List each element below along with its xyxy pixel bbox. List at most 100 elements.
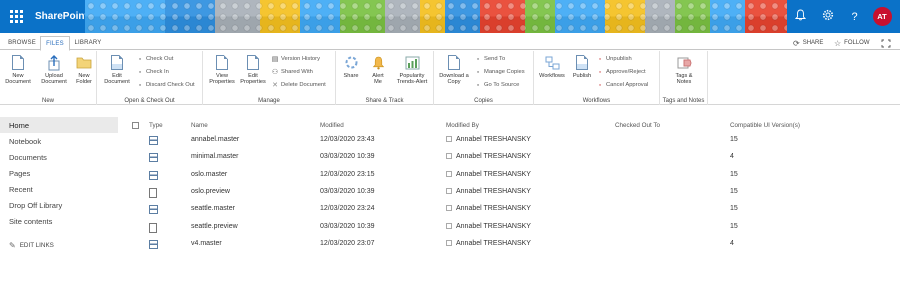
shared-with-button[interactable]: ⚇ Shared With <box>271 68 313 76</box>
header-type[interactable]: Type <box>149 122 163 129</box>
modified-by-name: Annabel TRESHANSKY <box>456 187 531 195</box>
theme-banner <box>85 0 787 33</box>
cancel-approval-button[interactable]: ▫ Cancel Approval <box>596 81 648 89</box>
version-history-button[interactable]: ▤ Version History <box>271 55 320 63</box>
header-name[interactable]: Name <box>191 122 208 129</box>
edit-document-button[interactable]: Edit Document <box>101 55 133 86</box>
sync-icon: ⟳ <box>793 38 800 48</box>
manage-copies-button[interactable]: ▫ Manage Copies <box>474 68 525 76</box>
bell-icon <box>370 55 386 70</box>
share-button[interactable]: Share <box>339 55 363 79</box>
unpublish-icon: ▫ <box>598 55 602 63</box>
download-copy-label: Download a Copy <box>439 73 469 86</box>
modified-by-name: Annabel TRESHANSKY <box>456 222 531 230</box>
file-name-link[interactable]: seattle.master <box>191 205 235 212</box>
download-copy-button[interactable]: Download a Copy <box>436 55 472 86</box>
presence-icon <box>446 136 452 142</box>
nav-item-home[interactable]: Home <box>0 117 118 133</box>
modified-by[interactable]: Annabel TRESHANSKY <box>446 205 531 212</box>
check-out-button[interactable]: ▫ Check Out <box>136 55 174 63</box>
compatible-ui-version: 15 <box>730 222 738 230</box>
nav-item-pages[interactable]: Pages <box>0 165 118 181</box>
focus-content-icon[interactable] <box>881 36 891 50</box>
approve-reject-button[interactable]: ▫ Approve/Reject <box>596 68 646 76</box>
header-modified[interactable]: Modified <box>320 122 344 129</box>
master-page-icon <box>149 170 158 180</box>
modified-by[interactable]: Annabel TRESHANSKY <box>446 187 531 195</box>
header-compatible-ui-version[interactable]: Compatible UI Version(s) <box>730 122 800 129</box>
tab-files[interactable]: FILES <box>40 36 70 51</box>
delete-document-button[interactable]: ✕ Delete Document <box>271 81 326 89</box>
alert-me-button[interactable]: Alert Me <box>366 55 390 86</box>
file-name-link[interactable]: annabel.master <box>191 136 239 143</box>
upload-document-button[interactable]: Upload Document <box>37 54 71 86</box>
header-checked-out-to[interactable]: Checked Out To <box>615 122 660 129</box>
edit-links-button[interactable]: ✎ EDIT LINKS <box>9 241 54 250</box>
select-all-checkbox[interactable] <box>132 122 139 129</box>
master-page-icon <box>149 153 158 163</box>
gear-icon[interactable] <box>819 9 837 24</box>
waffle-icon[interactable] <box>0 0 33 33</box>
workflows-label: Workflows <box>539 73 565 79</box>
publish-button[interactable]: Publish <box>569 55 595 79</box>
table-row[interactable]: oslo.preview 03/03/2020 10:39 Annabel TRES… <box>128 184 898 201</box>
send-to-button[interactable]: ▫ Send To <box>474 55 505 63</box>
modified-date: 03/03/2020 10:39 <box>320 153 375 161</box>
follow-link[interactable]: ☆ FOLLOW <box>834 36 870 50</box>
bell-icon[interactable] <box>792 9 810 24</box>
modified-by[interactable]: Annabel TRESHANSKY <box>446 153 531 160</box>
nav-item-drop-off-library[interactable]: Drop Off Library <box>0 197 118 213</box>
brand-title[interactable]: SharePoint <box>33 11 93 22</box>
file-name-link[interactable]: oslo.preview <box>191 188 230 195</box>
table-row[interactable]: seattle.preview 03/03/2020 10:39 Annabel T… <box>128 219 898 236</box>
nav-item-documents[interactable]: Documents <box>0 149 118 165</box>
left-navigation: Home Notebook Documents Pages Recent Dro… <box>0 117 118 229</box>
table-row[interactable]: oslo.master 12/03/2020 23:15 Annabel TRESH… <box>128 167 898 184</box>
cancel-approval-icon: ▫ <box>598 81 602 89</box>
nav-item-notebook[interactable]: Notebook <box>0 133 118 149</box>
modified-by[interactable]: Annabel TRESHANSKY <box>446 170 531 178</box>
discard-check-out-button[interactable]: ▫ Discard Check Out <box>136 81 195 89</box>
tab-browse[interactable]: BROWSE <box>6 36 38 50</box>
file-name-link[interactable]: v4.master <box>191 240 222 247</box>
unpublish-button[interactable]: ▫ Unpublish <box>596 55 632 63</box>
tags-notes-button[interactable]: Tags & Notes <box>668 55 700 86</box>
check-in-button[interactable]: ▫ Check In <box>136 68 169 76</box>
popularity-trends-button[interactable]: Popularity Trends-Alert <box>392 55 432 86</box>
file-name-link[interactable]: oslo.master <box>191 171 227 178</box>
table-row[interactable]: seattle.master 12/03/2020 23:24 Annabel TR… <box>128 201 898 218</box>
avatar[interactable]: AT <box>872 7 892 26</box>
new-document-button[interactable]: New Document <box>3 55 33 86</box>
table-row[interactable]: v4.master 12/03/2020 23:07 Annabel TRESHAN… <box>128 236 898 253</box>
file-name-link[interactable]: minimal.master <box>191 153 238 160</box>
master-page-icon <box>149 136 158 145</box>
header-modified-by[interactable]: Modified By <box>446 122 479 129</box>
go-to-source-button[interactable]: ▫ Go To Source <box>474 81 520 89</box>
workflows-button[interactable]: Workflows <box>536 55 568 79</box>
modified-date: 12/03/2020 23:24 <box>320 205 375 213</box>
modified-by[interactable]: Annabel TRESHANSKY <box>446 136 531 143</box>
share-link[interactable]: ⟳ SHARE <box>793 36 823 50</box>
new-document-icon <box>10 55 26 70</box>
tab-library[interactable]: LIBRARY <box>71 36 105 50</box>
help-icon[interactable]: ? <box>846 11 864 23</box>
nav-item-site-contents[interactable]: Site contents <box>0 213 118 229</box>
edit-document-icon <box>109 55 125 70</box>
new-folder-button[interactable]: New Folder <box>72 55 96 86</box>
table-row[interactable]: annabel.master 12/03/2020 23:43 Annabel TR… <box>128 132 898 149</box>
edit-properties-button[interactable]: Edit Properties <box>238 55 268 86</box>
table-row[interactable]: minimal.master 03/03/2020 10:39 Annabel TR… <box>128 149 898 166</box>
edit-properties-icon <box>245 55 261 70</box>
version-history-icon: ▤ <box>271 56 279 63</box>
approve-reject-label: Approve/Reject <box>606 69 646 75</box>
upload-icon <box>46 54 62 70</box>
modified-by[interactable]: Annabel TRESHANSKY <box>446 222 531 230</box>
upload-document-label: Upload Document <box>41 73 67 86</box>
modified-by[interactable]: Annabel TRESHANSKY <box>446 239 531 247</box>
send-to-icon: ▫ <box>476 55 480 63</box>
edit-document-label: Edit Document <box>104 73 130 86</box>
file-name-link[interactable]: seattle.preview <box>191 223 238 230</box>
presence-icon <box>446 205 452 212</box>
view-properties-button[interactable]: View Properties <box>207 55 237 86</box>
nav-item-recent[interactable]: Recent <box>0 181 118 197</box>
